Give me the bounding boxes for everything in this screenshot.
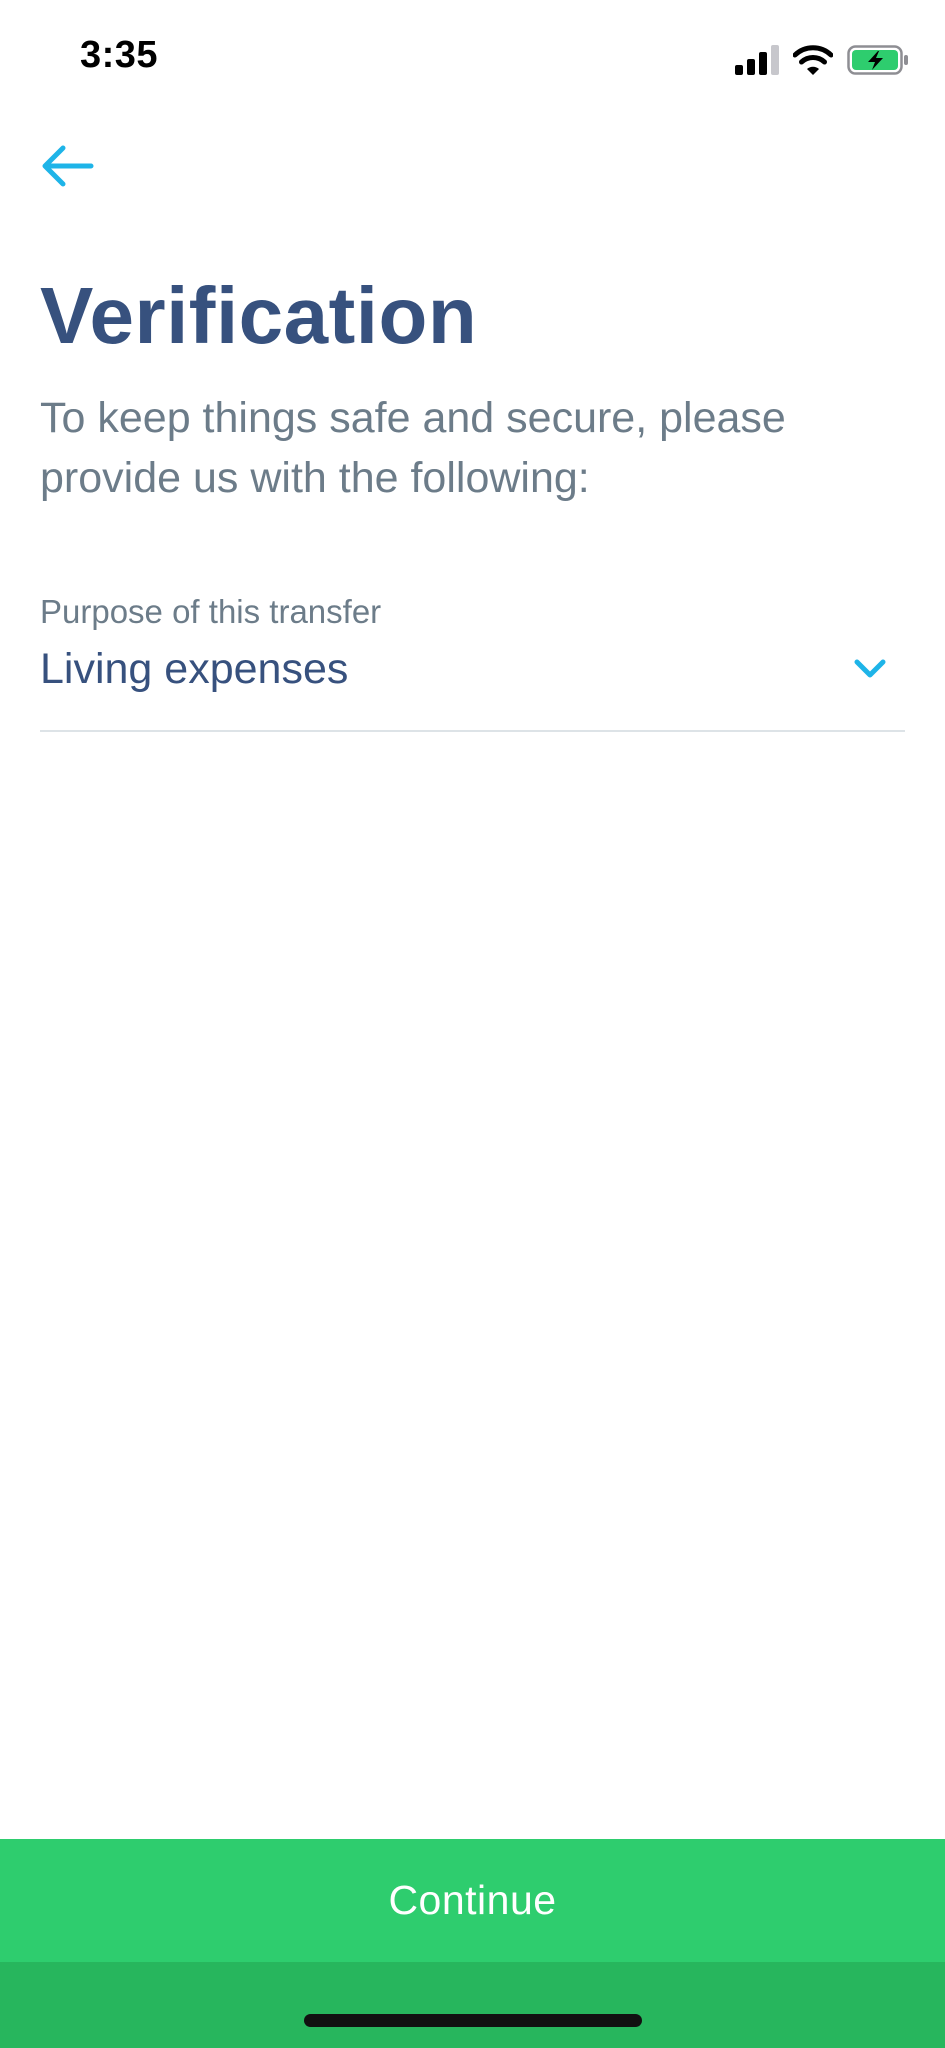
status-bar: 3:35 <box>0 0 945 120</box>
back-button[interactable] <box>36 140 98 192</box>
bottom-strip <box>0 1962 945 2048</box>
page-subtitle: To keep things safe and secure, please p… <box>40 394 786 502</box>
page-title: Verification <box>40 271 478 360</box>
home-indicator[interactable] <box>304 2014 642 2027</box>
chevron-down-icon[interactable] <box>853 657 887 681</box>
continue-button[interactable]: Continue <box>0 1839 945 1962</box>
purpose-value: Living expenses <box>40 645 349 693</box>
continue-label: Continue <box>388 1877 557 1923</box>
status-time: 3:35 <box>80 34 159 76</box>
purpose-select[interactable]: Purpose of this transfer Living expenses <box>40 585 905 732</box>
status-icons <box>735 40 909 80</box>
arrow-left-icon <box>42 145 94 187</box>
wifi-icon <box>793 45 833 75</box>
battery-charging-icon <box>847 45 908 75</box>
purpose-label: Purpose of this transfer <box>40 593 382 630</box>
signal-icon <box>735 45 779 75</box>
